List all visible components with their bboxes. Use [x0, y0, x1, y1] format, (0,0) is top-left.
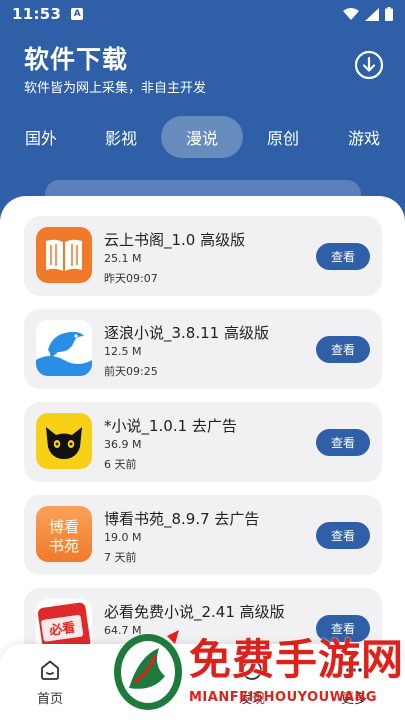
dolphin-icon — [36, 320, 92, 376]
app-name: 博看书苑_8.9.7 去广告 — [104, 510, 260, 528]
app-date: 昨天09:07 — [104, 272, 158, 285]
status-bar: 11:53 A — [0, 0, 405, 28]
black-cat-icon — [36, 413, 92, 469]
list-item[interactable]: *小说_1.0.1 去广告 36.9 M 6 天前 查看 — [24, 402, 382, 482]
wifi-icon — [343, 8, 359, 20]
book-icon — [36, 227, 92, 283]
nav-home-label: 首页 — [36, 692, 63, 707]
status-indicators — [343, 7, 393, 21]
download-icon[interactable] — [354, 50, 384, 80]
nav-home[interactable]: 首页 — [10, 644, 90, 720]
app-size: 36.9 M — [104, 438, 142, 451]
svg-text:博看: 博看 — [49, 518, 79, 536]
watermark-subtext: MIANFEISHOUYOUWANG — [189, 690, 378, 705]
view-button[interactable]: 查看 — [316, 429, 370, 456]
tab-guowai[interactable]: 国外 — [10, 116, 72, 158]
app-date: 前天09:25 — [104, 365, 158, 378]
app-size: 25.1 M — [104, 252, 142, 265]
list-item[interactable]: 逐浪小说_3.8.11 高级版 12.5 M 前天09:25 查看 — [24, 309, 382, 389]
app-date: 6 天前 — [104, 458, 137, 471]
view-button[interactable]: 查看 — [316, 243, 370, 270]
status-time: 11:53 — [12, 5, 62, 23]
list-item[interactable]: 博看 书苑 博看书苑_8.9.7 去广告 19.0 M 7 天前 查看 — [24, 495, 382, 575]
tab-yuanchuang[interactable]: 原创 — [252, 116, 314, 158]
watermark-logo-icon — [114, 630, 182, 710]
app-name: 云上书阁_1.0 高级版 — [104, 231, 246, 249]
signal-icon — [365, 7, 379, 21]
app-date: 7 天前 — [104, 551, 137, 564]
app-name: *小说_1.0.1 去广告 — [104, 417, 237, 435]
watermark: 免费手游网 MIANFEISHOUYOUWANG — [105, 624, 405, 720]
app-name: 必看免费小说_2.41 高级版 — [104, 603, 285, 621]
app-name: 逐浪小说_3.8.11 高级版 — [104, 324, 269, 342]
home-icon — [41, 660, 59, 680]
view-button[interactable]: 查看 — [316, 336, 370, 363]
notification-icon: A — [71, 8, 84, 20]
category-tabs: 国外 影视 漫说 原创 游戏 — [0, 116, 405, 158]
view-button[interactable]: 查看 — [316, 522, 370, 549]
tab-manshuo[interactable]: 漫说 — [161, 116, 243, 158]
page-subtitle: 软件皆为网上采集，非自主开发 — [24, 81, 207, 96]
app-size: 19.0 M — [104, 531, 142, 544]
svg-text:书苑: 书苑 — [49, 537, 79, 555]
app-size: 12.5 M — [104, 345, 142, 358]
tab-yingshi[interactable]: 影视 — [90, 116, 152, 158]
watermark-text: 免费手游网 — [189, 635, 405, 684]
page-title: 软件下载 — [24, 45, 129, 74]
tab-youxi[interactable]: 游戏 — [333, 116, 395, 158]
battery-icon — [385, 7, 393, 21]
list-item[interactable]: 云上书阁_1.0 高级版 25.1 M 昨天09:07 查看 — [24, 216, 382, 296]
bokan-icon: 博看 书苑 — [36, 506, 92, 562]
